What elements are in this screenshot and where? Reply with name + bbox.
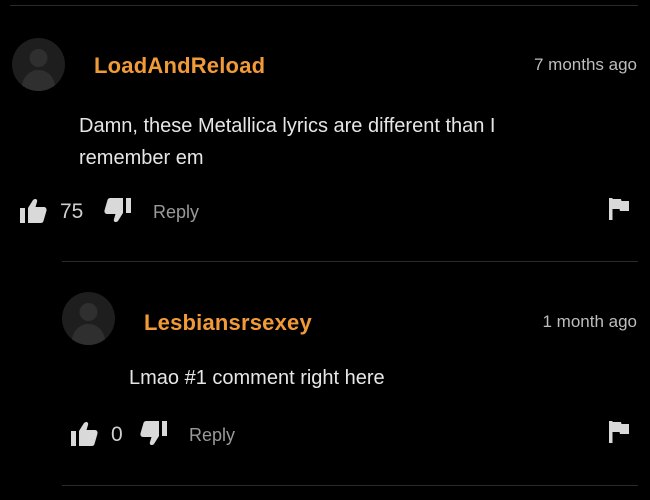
top-divider xyxy=(10,5,638,6)
comment-text: Damn, these Metallica lyrics are differe… xyxy=(79,115,496,169)
thumbs-down-icon[interactable] xyxy=(104,197,131,223)
timestamp: 1 month ago xyxy=(542,312,637,331)
thumbs-down-icon[interactable] xyxy=(140,420,167,446)
comment-divider xyxy=(62,261,638,262)
user-avatar-icon xyxy=(71,303,106,345)
flag-icon[interactable] xyxy=(609,421,629,443)
reply-button[interactable]: Reply xyxy=(189,425,235,446)
username[interactable]: Lesbiansrsexey xyxy=(144,310,312,336)
avatar[interactable] xyxy=(12,38,65,91)
thumbs-up-icon[interactable] xyxy=(71,421,98,447)
comment-text: Lmao #1 comment right here xyxy=(129,367,385,389)
avatar[interactable] xyxy=(62,292,115,345)
bottom-divider xyxy=(62,485,638,486)
like-count: 0 xyxy=(111,423,123,446)
timestamp: 7 months ago xyxy=(533,55,637,74)
username[interactable]: LoadAndReload xyxy=(94,53,265,79)
reply-button[interactable]: Reply xyxy=(153,202,199,223)
thumbs-up-icon[interactable] xyxy=(20,198,47,224)
like-count: 75 xyxy=(60,200,84,223)
user-avatar-icon xyxy=(21,49,56,91)
flag-icon[interactable] xyxy=(609,198,629,220)
